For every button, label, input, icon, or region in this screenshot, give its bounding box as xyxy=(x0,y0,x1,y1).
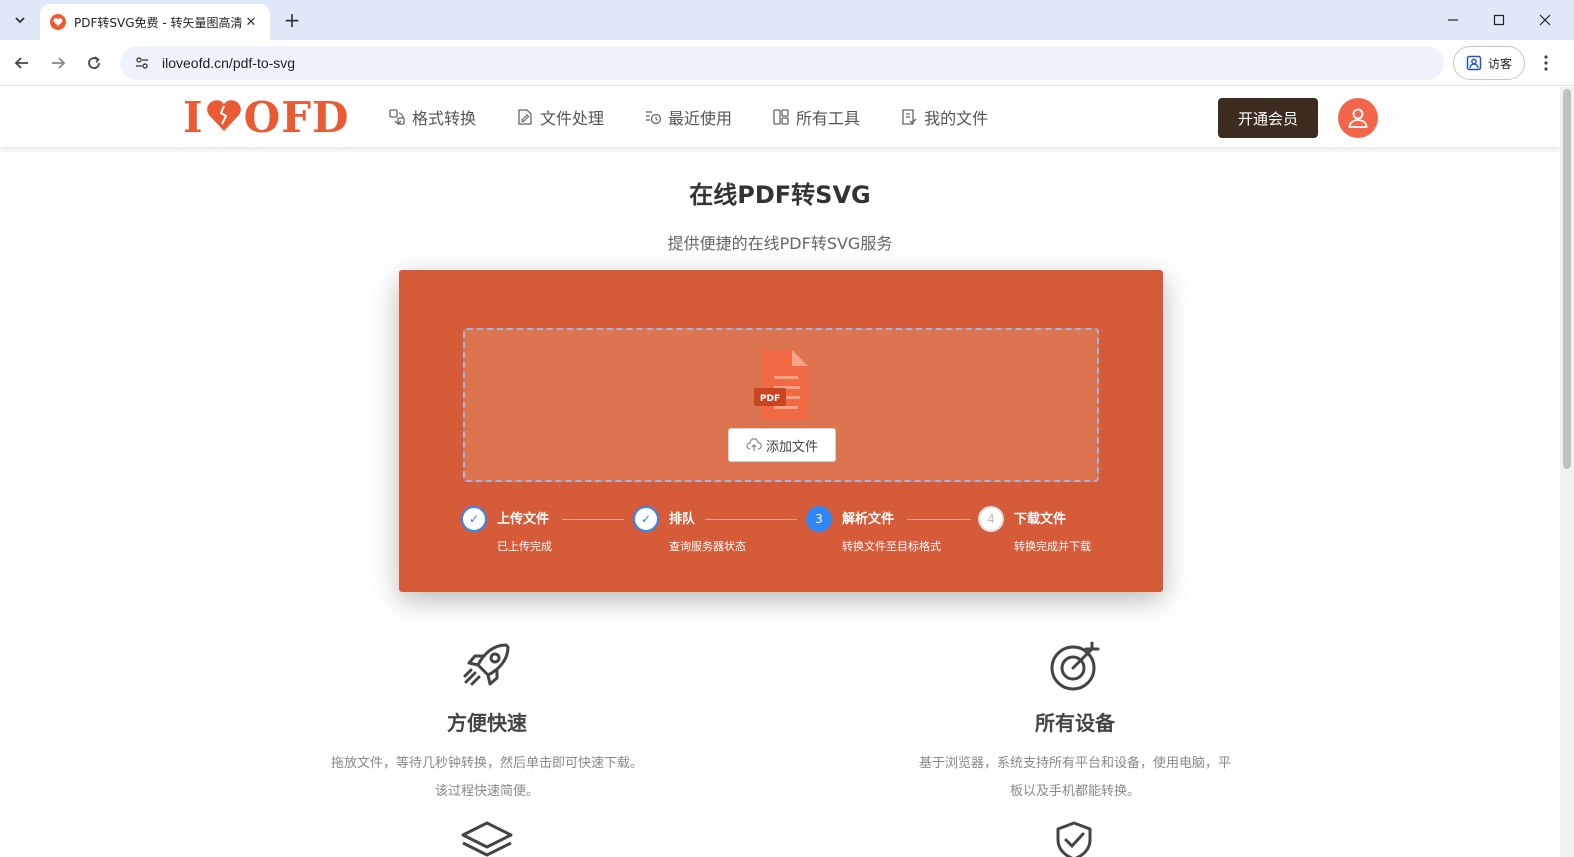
check-icon: ✓ xyxy=(461,506,487,532)
heart-icon xyxy=(206,93,242,142)
layers-icon xyxy=(460,820,514,857)
profile-icon xyxy=(1466,55,1482,71)
tab-title: PDF转SVG免费 - 转矢量图高清 xyxy=(74,15,242,30)
file-edit-icon xyxy=(518,109,532,125)
chevron-down-icon xyxy=(15,17,25,24)
step-title: 解析文件 xyxy=(842,512,895,527)
shield-check-icon xyxy=(1054,820,1094,857)
site-logo[interactable]: I OFD xyxy=(183,92,350,142)
user-icon xyxy=(1348,108,1368,128)
more-vertical-icon xyxy=(1544,55,1548,71)
page-subtitle: 提供便捷的在线PDF转SVG服务 xyxy=(667,234,893,253)
tab-close-icon[interactable]: ✕ xyxy=(242,13,260,31)
feature-desc: 拖放文件，等待几秒钟转换，然后单击即可快速下载。该过程快速简便。 xyxy=(330,756,643,799)
nav-file-process[interactable]: 文件处理 xyxy=(516,105,604,129)
arrow-left-icon xyxy=(14,57,28,69)
feature-all-devices: 所有设备 基于浏览器，系统支持所有平台和设备，使用电脑，平板以及手机都能转换。 xyxy=(915,639,1235,806)
nav-label: 我的文件 xyxy=(924,109,989,128)
close-icon xyxy=(1539,14,1551,26)
cloud-upload-icon xyxy=(746,438,762,451)
user-avatar[interactable] xyxy=(1338,98,1378,138)
logo-text-i: I xyxy=(183,92,204,142)
nav-format-convert[interactable]: 格式转换 xyxy=(388,105,476,129)
browser-menu-button[interactable] xyxy=(1534,49,1558,77)
rocket-icon xyxy=(327,639,647,695)
site-info-icon[interactable] xyxy=(132,53,152,73)
page-viewport: I OFD 格式转换 文件处理 最近使用 所有工具 我的文件 开通会员 在线PD… xyxy=(0,87,1560,857)
my-files-icon xyxy=(902,109,917,125)
pdf-badge-label: PDF xyxy=(760,394,780,404)
grid-icon xyxy=(773,109,789,125)
minimize-icon xyxy=(1448,19,1458,21)
step-number: 4 xyxy=(978,506,1004,532)
convert-icon xyxy=(389,109,405,125)
scrollbar-thumb[interactable] xyxy=(1563,89,1571,469)
progress-steps: ✓ 上传文件 已上传完成 ✓ 排队 查询服务器状态 3 解析文件 转换文件至目标… xyxy=(461,503,1101,563)
feature-title: 方便快速 xyxy=(447,711,527,735)
close-window-button[interactable] xyxy=(1522,0,1568,40)
step-desc: 查询服务器状态 xyxy=(669,540,746,553)
nav-label: 最近使用 xyxy=(668,109,733,128)
nav-label: 文件处理 xyxy=(540,109,605,128)
step-title: 下载文件 xyxy=(1014,512,1067,527)
browser-tab-bar: PDF转SVG免费 - 转矢量图高清 ✕ + xyxy=(0,0,1574,40)
recent-icon xyxy=(646,111,662,125)
converter-panel: PDF 添加文件 ✓ 上传文件 已上传完成 ✓ 排队 查询服务器状态 3 解析文… xyxy=(399,270,1163,592)
nav-label: 所有工具 xyxy=(796,109,861,128)
maximize-icon xyxy=(1493,14,1505,26)
add-file-label: 添加文件 xyxy=(765,439,818,455)
feature-fast: 方便快速 拖放文件，等待几秒钟转换，然后单击即可快速下载。该过程快速简便。 xyxy=(327,639,647,806)
nav-label: 格式转换 xyxy=(412,109,477,128)
url-text: iloveofd.cn/pdf-to-svg xyxy=(162,55,296,71)
browser-toolbar: iloveofd.cn/pdf-to-svg 访客 xyxy=(0,40,1574,86)
page-scrollbar[interactable] xyxy=(1560,87,1574,857)
arrow-right-icon xyxy=(52,57,66,69)
step-title: 排队 xyxy=(669,512,696,527)
step-desc: 转换完成并下载 xyxy=(1014,540,1091,553)
nav-all-tools[interactable]: 所有工具 xyxy=(772,105,860,129)
step-connector xyxy=(562,519,624,520)
new-tab-button[interactable]: + xyxy=(280,8,304,32)
forward-button[interactable] xyxy=(44,49,72,77)
check-icon: ✓ xyxy=(633,506,659,532)
reload-button[interactable] xyxy=(80,49,108,77)
file-dropzone[interactable]: PDF 添加文件 xyxy=(463,328,1099,482)
site-header: I OFD 格式转换 文件处理 最近使用 所有工具 我的文件 开通会员 xyxy=(0,87,1560,147)
step-connector xyxy=(705,519,797,520)
nav-my-files[interactable]: 我的文件 xyxy=(900,105,988,129)
target-icon xyxy=(915,639,1235,695)
tab-search-button[interactable] xyxy=(8,8,32,32)
site-favicon-icon xyxy=(50,14,66,30)
nav-recent[interactable]: 最近使用 xyxy=(644,105,732,129)
vip-membership-button[interactable]: 开通会员 xyxy=(1218,98,1318,138)
step-title: 上传文件 xyxy=(497,512,550,527)
reload-icon xyxy=(88,56,100,69)
guest-label: 访客 xyxy=(1487,56,1512,71)
step-connector xyxy=(907,519,971,520)
add-file-button[interactable]: 添加文件 xyxy=(728,428,836,462)
maximize-button[interactable] xyxy=(1476,0,1522,40)
feature-desc: 基于浏览器，系统支持所有平台和设备，使用电脑，平板以及手机都能转换。 xyxy=(918,756,1231,799)
step-desc: 已上传完成 xyxy=(497,540,552,553)
minimize-button[interactable] xyxy=(1430,0,1476,40)
page-title: 在线PDF转SVG xyxy=(689,181,871,209)
feature-title: 所有设备 xyxy=(1035,711,1115,735)
main-nav: 格式转换 文件处理 最近使用 所有工具 我的文件 xyxy=(388,87,988,147)
step-desc: 转换文件至目标格式 xyxy=(842,540,941,553)
pdf-file-icon: PDF xyxy=(752,348,812,426)
step-number: 3 xyxy=(806,506,832,532)
browser-tab[interactable]: PDF转SVG免费 - 转矢量图高清 ✕ xyxy=(40,4,270,40)
profile-guest-button[interactable]: 访客 xyxy=(1453,46,1525,80)
logo-text-ofd: OFD xyxy=(243,92,350,142)
back-button[interactable] xyxy=(8,49,36,77)
address-bar[interactable]: iloveofd.cn/pdf-to-svg xyxy=(120,46,1444,80)
